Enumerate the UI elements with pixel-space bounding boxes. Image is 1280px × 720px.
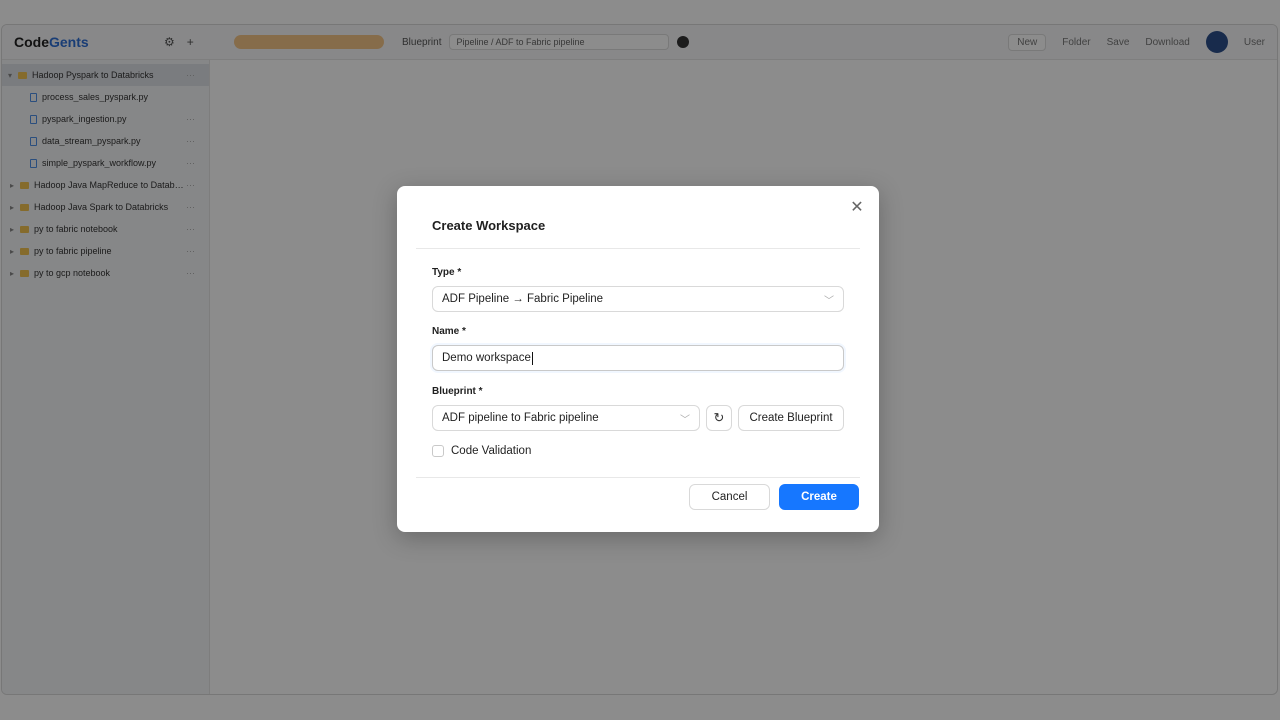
- chevron-down-icon: ﹀: [680, 414, 690, 426]
- create-workspace-dialog: ✕ Create Workspace Type * ADF Pipeline →…: [397, 186, 879, 532]
- text-cursor: [531, 351, 533, 365]
- blueprint-select[interactable]: ADF pipeline to Fabric pipeline ﹀: [432, 405, 700, 431]
- type-select[interactable]: ADF Pipeline → Fabric Pipeline ﹀: [432, 286, 844, 312]
- type-label: Type *: [432, 267, 462, 278]
- name-input-value: Demo workspace: [442, 352, 531, 364]
- cancel-button[interactable]: Cancel: [689, 484, 770, 510]
- code-validation-checkbox[interactable]: [432, 445, 444, 457]
- code-validation-row[interactable]: Code Validation: [432, 445, 531, 457]
- blueprint-label: Blueprint *: [432, 386, 483, 397]
- create-button[interactable]: Create: [779, 484, 859, 510]
- refresh-button[interactable]: ↻: [706, 405, 732, 431]
- chevron-down-icon: ﹀: [824, 295, 834, 307]
- header-divider: [416, 248, 860, 249]
- dialog-title: Create Workspace: [432, 218, 546, 233]
- name-label: Name *: [432, 326, 466, 337]
- close-icon[interactable]: ✕: [849, 200, 865, 216]
- name-input[interactable]: Demo workspace: [432, 345, 844, 371]
- create-blueprint-button[interactable]: Create Blueprint: [738, 405, 844, 431]
- footer-divider: [416, 477, 860, 478]
- code-validation-label: Code Validation: [451, 445, 532, 457]
- refresh-icon: ↻: [713, 410, 725, 425]
- blueprint-select-value: ADF pipeline to Fabric pipeline: [442, 412, 599, 424]
- type-select-value: ADF Pipeline → Fabric Pipeline: [442, 293, 604, 305]
